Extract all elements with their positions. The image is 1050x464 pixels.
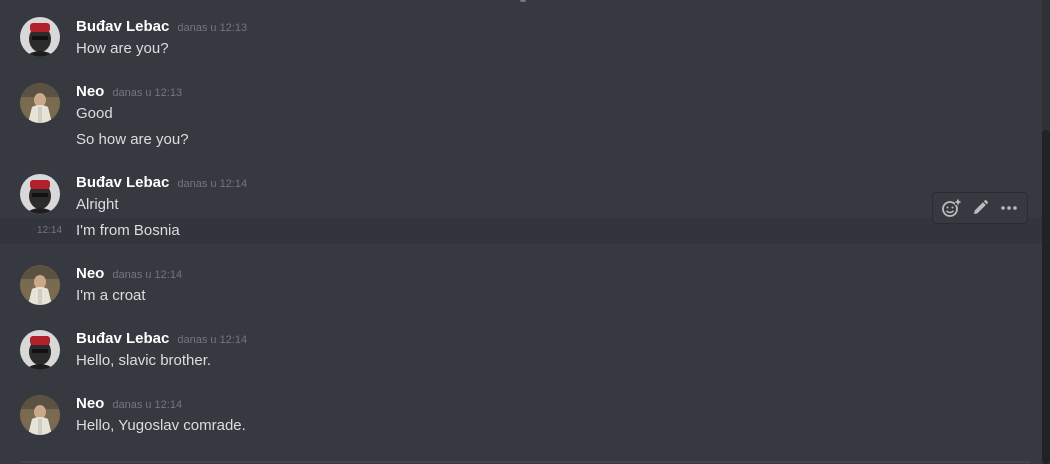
message-actions-toolbar [932, 192, 1028, 224]
username[interactable]: Neo [76, 83, 104, 100]
add-reaction-icon[interactable] [938, 195, 964, 221]
username[interactable]: Buđav Lebac [76, 330, 169, 347]
message-text: So how are you? [76, 131, 189, 148]
avatar-budav[interactable] [20, 174, 60, 214]
message-header: Neo danas u 12:13 [76, 83, 182, 103]
message-header: Neo danas u 12:14 [76, 395, 182, 415]
message-header: Buđav Lebac danas u 12:14 [76, 174, 247, 194]
chat-message-list: Buđav Lebac danas u 12:13 How are you? N… [0, 0, 1050, 464]
avatar-budav[interactable] [20, 330, 60, 370]
message-text: I'm a croat [76, 287, 146, 304]
timestamp: danas u 12:14 [112, 269, 183, 281]
timestamp: danas u 12:14 [112, 399, 183, 411]
scroll-indicator [520, 0, 526, 2]
username[interactable]: Neo [76, 265, 104, 282]
message-text: Hello, slavic brother. [76, 352, 212, 369]
avatar-budav[interactable] [20, 17, 60, 57]
timestamp: danas u 12:14 [177, 334, 248, 346]
message-text: I'm from Bosnia [76, 222, 180, 239]
more-options-icon[interactable] [996, 195, 1022, 221]
edit-pencil-icon[interactable] [967, 195, 993, 221]
message-header: Buđav Lebac danas u 12:14 [76, 330, 247, 350]
hover-timestamp: 12:14 [37, 225, 63, 236]
composer-divider [20, 461, 1030, 463]
avatar-neo[interactable] [20, 83, 60, 123]
timestamp: danas u 12:13 [112, 87, 183, 99]
message-header: Buđav Lebac danas u 12:13 [76, 18, 247, 38]
username[interactable]: Buđav Lebac [76, 18, 169, 35]
message-header: Neo danas u 12:14 [76, 265, 182, 285]
avatar-neo[interactable] [20, 265, 60, 305]
timestamp: danas u 12:13 [177, 22, 248, 34]
message-text: Hello, Yugoslav comrade. [76, 417, 246, 434]
message-text: Good [76, 105, 113, 122]
message-text: Alright [76, 196, 119, 213]
timestamp: danas u 12:14 [177, 178, 248, 190]
message-text: How are you? [76, 40, 169, 57]
username[interactable]: Buđav Lebac [76, 174, 169, 191]
scrollbar-thumb[interactable] [1042, 130, 1050, 464]
avatar-neo[interactable] [20, 395, 60, 435]
username[interactable]: Neo [76, 395, 104, 412]
